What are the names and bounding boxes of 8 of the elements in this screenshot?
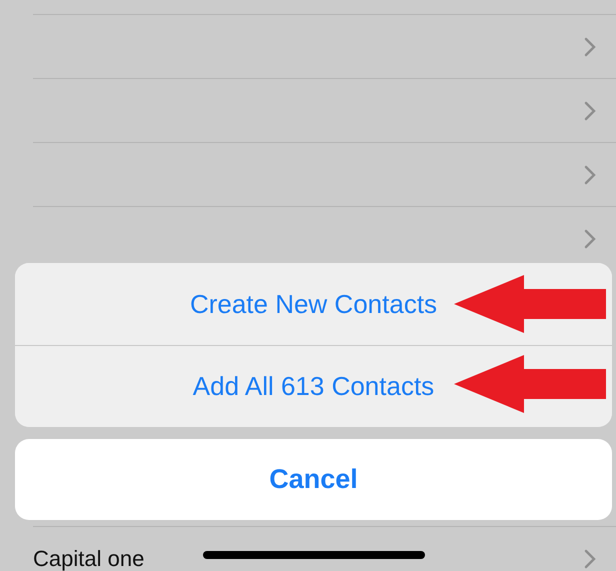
chevron-icon	[584, 228, 596, 248]
chevron-icon	[584, 36, 596, 56]
cancel-button[interactable]: Cancel	[15, 439, 612, 520]
chevron-icon	[584, 548, 596, 568]
row-label: Capital one	[33, 546, 144, 571]
chevron-icon	[584, 100, 596, 120]
chevron-icon	[584, 164, 596, 184]
action-button[interactable]: Add All 613 Contacts	[15, 345, 612, 427]
